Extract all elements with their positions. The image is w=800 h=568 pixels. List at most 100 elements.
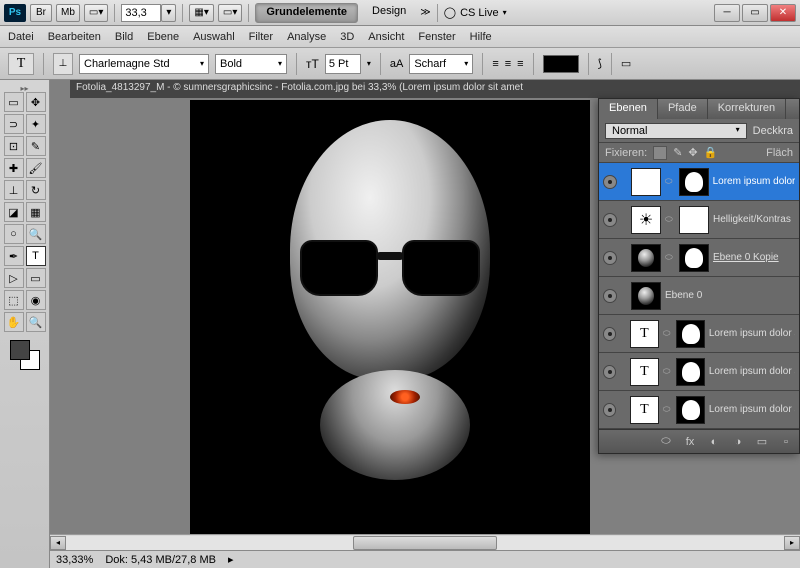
stamp-tool[interactable]: ⊥	[4, 180, 24, 200]
menu-ebene[interactable]: Ebene	[147, 31, 179, 43]
dodge-tool[interactable]: 🔍	[26, 224, 46, 244]
align-right-button[interactable]: ≡	[517, 58, 523, 70]
workspace-more[interactable]: ≫	[420, 7, 430, 18]
wand-tool[interactable]: ✦	[26, 114, 46, 134]
shape-tool[interactable]: ▭	[26, 268, 46, 288]
menu-bild[interactable]: Bild	[115, 31, 133, 43]
scroll-track[interactable]	[66, 536, 784, 550]
layer-row[interactable]: T⬭Lorem ipsum dolor s	[599, 353, 799, 391]
layer-mask-button[interactable]: ◐	[705, 434, 723, 450]
zoom-select[interactable]: ▾	[121, 4, 176, 22]
visibility-toggle[interactable]	[603, 289, 617, 303]
menu-ansicht[interactable]: Ansicht	[368, 31, 404, 43]
layer-name[interactable]: Lorem ipsum dolor s	[709, 404, 795, 415]
align-left-button[interactable]: ≡	[492, 58, 498, 70]
visibility-toggle[interactable]	[603, 365, 616, 379]
extras-button[interactable]: ▭▾	[218, 4, 242, 22]
layer-row[interactable]: T⬭Lorem ipsum dolor s	[599, 391, 799, 429]
font-family-select[interactable]: Charlemagne Std▾	[79, 54, 209, 74]
zoom-dropdown[interactable]: ▾	[161, 4, 176, 22]
layer-row[interactable]: ☀⬭Helligkeit/Kontras	[599, 201, 799, 239]
status-doc-size[interactable]: Dok: 5,43 MB/27,8 MB	[105, 554, 216, 566]
close-button[interactable]: ✕	[770, 4, 796, 22]
hand-tool[interactable]: ✋	[4, 312, 24, 332]
color-swatches[interactable]	[10, 340, 40, 370]
path-select-tool[interactable]: ▷	[4, 268, 24, 288]
menu-hilfe[interactable]: Hilfe	[470, 31, 492, 43]
pen-tool[interactable]: ✒	[4, 246, 24, 266]
status-arrow[interactable]: ▸	[228, 553, 234, 566]
minimize-button[interactable]: ─	[714, 4, 740, 22]
foreground-color[interactable]	[10, 340, 30, 360]
tab-korrekturen[interactable]: Korrekturen	[708, 99, 786, 119]
adjustment-layer-button[interactable]: ◑	[729, 434, 747, 450]
arrange-button[interactable]: ▦▾	[189, 4, 213, 22]
link-layers-button[interactable]: ⬭	[657, 434, 675, 450]
visibility-toggle[interactable]	[603, 213, 617, 227]
minibridge-button[interactable]: Mb	[56, 4, 80, 22]
font-weight-select[interactable]: Bold▾	[215, 54, 287, 74]
menu-bearbeiten[interactable]: Bearbeiten	[48, 31, 101, 43]
layer-name[interactable]: Lorem ipsum dolor	[713, 176, 795, 187]
scroll-thumb[interactable]	[353, 536, 497, 550]
visibility-toggle[interactable]	[603, 403, 616, 417]
lock-transparent-button[interactable]	[653, 146, 667, 160]
blend-mode-select[interactable]: Normal▾	[605, 123, 747, 139]
zoom-tool[interactable]: 🔍	[26, 312, 46, 332]
history-brush-tool[interactable]: ↻	[26, 180, 46, 200]
lock-move-icon[interactable]: ✥	[688, 146, 697, 159]
horizontal-scrollbar[interactable]: ◂ ▸	[50, 534, 800, 550]
move-tool[interactable]: ▭	[4, 92, 24, 112]
layer-row[interactable]: ⬭Ebene 0 Kopie	[599, 239, 799, 277]
brush-tool[interactable]: 🖌	[26, 158, 46, 178]
new-layer-button[interactable]: ▫	[777, 434, 795, 450]
scroll-left-button[interactable]: ◂	[50, 536, 66, 550]
layer-name[interactable]: Lorem ipsum dolor s	[709, 366, 795, 377]
blur-tool[interactable]: ○	[4, 224, 24, 244]
marquee-tool[interactable]: ✥	[26, 92, 46, 112]
document-tab[interactable]: Fotolia_4813297_M - © sumnersgraphicsinc…	[70, 80, 800, 98]
camera-tool[interactable]: ◉	[26, 290, 46, 310]
layer-row[interactable]: Ebene 0	[599, 277, 799, 315]
cslive-button[interactable]: CS Live	[460, 7, 499, 19]
eyedropper-tool[interactable]: ✎	[26, 136, 46, 156]
visibility-toggle[interactable]	[603, 175, 617, 189]
zoom-input[interactable]	[121, 4, 161, 22]
3d-tool[interactable]: ⬚	[4, 290, 24, 310]
menu-3d[interactable]: 3D	[340, 31, 354, 43]
layer-name[interactable]: Helligkeit/Kontras	[713, 214, 791, 225]
text-color-swatch[interactable]	[543, 55, 579, 73]
status-zoom[interactable]: 33,33%	[56, 554, 93, 566]
menu-analyse[interactable]: Analyse	[287, 31, 326, 43]
heal-tool[interactable]: ✚	[4, 158, 24, 178]
antialias-select[interactable]: Scharf▾	[409, 54, 473, 74]
lock-all-icon[interactable]: 🔒	[704, 146, 718, 159]
layer-name[interactable]: Lorem ipsum dolor s	[709, 328, 795, 339]
crop-tool[interactable]: ⊡	[4, 136, 24, 156]
visibility-toggle[interactable]	[603, 251, 617, 265]
size-dropdown[interactable]: ▾	[367, 59, 371, 68]
eraser-tool[interactable]: ◪	[4, 202, 24, 222]
workspace-design[interactable]: Design	[362, 3, 416, 23]
character-panel-button[interactable]: ▭	[621, 57, 631, 70]
layer-row[interactable]: T⬭Lorem ipsum dolor	[599, 163, 799, 201]
group-button[interactable]: ▭	[753, 434, 771, 450]
layer-name[interactable]: Ebene 0 Kopie	[713, 252, 779, 263]
orientation-button[interactable]: ⊥	[53, 53, 73, 75]
scroll-right-button[interactable]: ▸	[784, 536, 800, 550]
menu-auswahl[interactable]: Auswahl	[193, 31, 235, 43]
tool-preset[interactable]: T	[8, 53, 34, 75]
menu-fenster[interactable]: Fenster	[418, 31, 455, 43]
menu-filter[interactable]: Filter	[249, 31, 273, 43]
layer-style-button[interactable]: fx	[681, 434, 699, 450]
lock-brush-icon[interactable]: ✎	[673, 146, 682, 159]
layer-row[interactable]: T⬭Lorem ipsum dolor s	[599, 315, 799, 353]
canvas[interactable]	[190, 100, 590, 568]
maximize-button[interactable]: ▭	[742, 4, 768, 22]
gradient-tool[interactable]: ▦	[26, 202, 46, 222]
font-size-input[interactable]	[325, 54, 361, 74]
menu-datei[interactable]: Datei	[8, 31, 34, 43]
toolbox-grip[interactable]: ▸▸	[0, 84, 49, 92]
visibility-toggle[interactable]	[603, 327, 616, 341]
screen-mode-button[interactable]: ▭▾	[84, 4, 108, 22]
